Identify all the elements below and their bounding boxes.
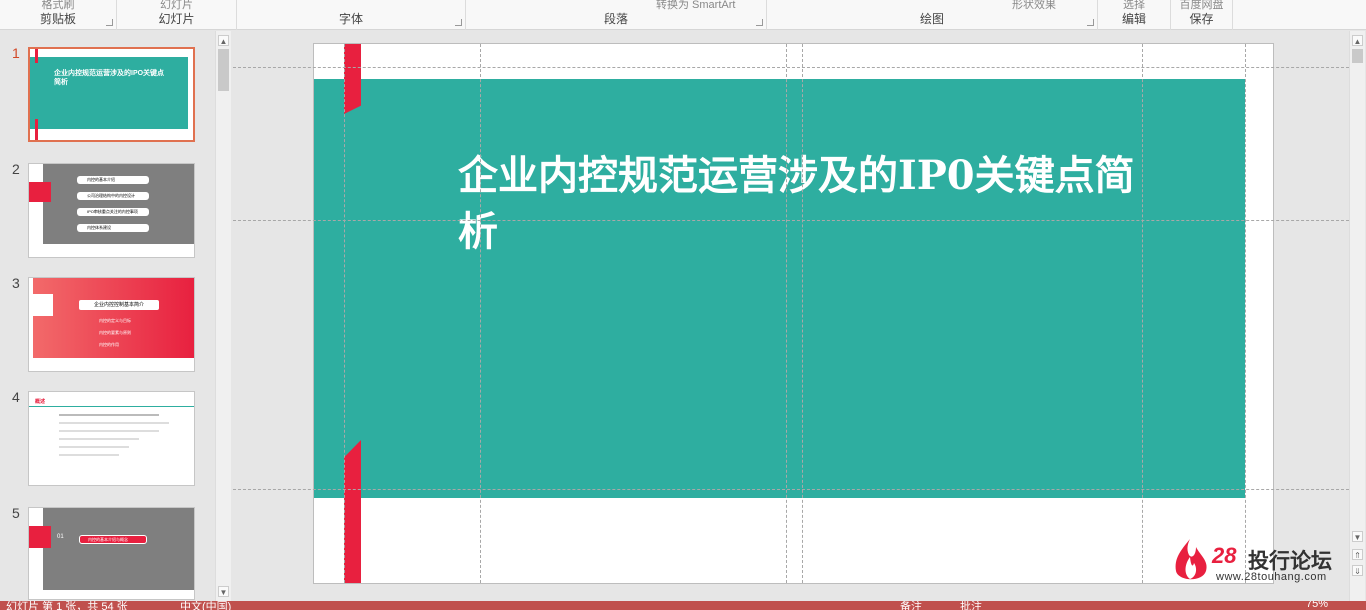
clipboard-launcher-icon[interactable] [106,19,113,26]
thumb5-number: 01 [57,534,64,540]
font-group-label: 字体 [338,12,363,26]
ribbon-group-save: 百度网盘 保存 [1171,0,1233,30]
ribbon: 格式刷 剪贴板 幻灯片 幻灯片 字体 转换为 SmartArt 段落 形状效果 … [0,0,1366,30]
slide-editor: 企业内控规范运营涉及的IP0关键点简析 ▲ ▼ ⇑ ⇓ [233,31,1365,601]
thumb5-red-tab [29,526,51,548]
watermark-url: www.28touhang.com [1216,571,1327,583]
scroll-down-icon[interactable]: ▼ [1352,531,1363,542]
thumbnail-slide-4[interactable]: 4 概述 [0,389,215,489]
thumbnail-number: 1 [12,45,20,61]
guide-vertical [1245,44,1246,583]
thumbnail-slide-image[interactable]: 企业内控控制基本简介 内控的定义与目标 内控的要素与原则 内控的作用 [28,277,195,372]
clipboard-group-label: 剪贴板 [39,12,76,26]
notes-button[interactable]: 备注 [900,601,922,610]
guide-vertical [802,44,803,583]
thumbnail-slide-image[interactable]: 内控的基本介绍 公司治理结构中的内控设计 IPO审核重点关注的内控事项 内控体系… [28,163,195,258]
thumb4-text-line [59,414,159,416]
thumb2-item-4: 内控体系建设 [77,224,149,232]
guide-vertical [480,44,481,583]
paragraph-group-label: 段落 [603,12,628,26]
scroll-up-icon[interactable]: ▲ [1352,35,1363,46]
thumb5-grey-panel [43,508,194,590]
thumb4-text-line [59,446,129,448]
thumbnail-number: 4 [12,389,20,405]
thumb3-white-tab [29,294,53,316]
drawing-launcher-icon[interactable] [1087,19,1094,26]
slides-group-label: 幻灯片 [158,12,195,26]
thumb2-item-3: IPO审核重点关注的内控事项 [77,208,149,216]
ribbon-group-drawing: 形状效果 绘图 [767,0,1098,30]
slide-canvas[interactable]: 企业内控规范运营涉及的IP0关键点简析 [313,43,1274,584]
guide-horizontal [233,220,1349,221]
thumb1-red-bar-top [35,49,38,63]
thumb3-item-3: 内控的作用 [99,342,119,347]
thumbnail-scrollbar[interactable]: ▲ ▼ [215,31,231,601]
ribbon-group-clipboard: 格式刷 剪贴板 [0,0,117,30]
thumb3-heading: 企业内控控制基本简介 [79,300,159,310]
thumbnail-slide-5[interactable]: 5 01 内控的基本介绍与概念 [0,505,215,605]
scroll-down-icon[interactable]: ▼ [218,586,229,597]
thumb5-pill: 内控的基本介绍与概念 [79,535,147,544]
thumbnail-number: 2 [12,161,20,177]
slide-title[interactable]: 企业内控规范运营涉及的IP0关键点简析 [458,148,1138,260]
thumbnail-slide-1[interactable]: 1 企业内控规范运营涉及的IPO关键点简析 [0,45,215,145]
thumbnail-number: 5 [12,505,20,521]
font-launcher-icon[interactable] [455,19,462,26]
language-status[interactable]: 中文(中国) [180,601,231,610]
thumb3-item-2: 内控的要素与原则 [99,330,131,335]
scroll-up-icon[interactable]: ▲ [218,35,229,46]
thumb1-teal-block [30,57,188,129]
thumbnail-slide-3[interactable]: 3 企业内控控制基本简介 内控的定义与目标 内控的要素与原则 内控的作用 [0,275,215,375]
thumb4-text-line [59,422,169,424]
ribbon-group-editing: 选择 编辑 [1098,0,1171,30]
guide-horizontal [233,489,1349,490]
thumb2-red-tab [29,182,51,202]
ribbon-group-slides: 幻灯片 幻灯片 [117,0,237,30]
teal-background-block [314,79,1245,498]
ribbon-group-font: 字体 [237,0,466,30]
paragraph-launcher-icon[interactable] [756,19,763,26]
scrollbar-thumb[interactable] [218,49,229,91]
next-slide-icon[interactable]: ⇓ [1352,565,1363,576]
watermark-number: 28 [1212,543,1237,568]
thumb4-text-line [59,438,139,440]
thumb1-red-bar-bottom [35,119,38,140]
thumb4-rule [29,406,194,407]
thumb1-title: 企业内控规范运营涉及的IPO关键点简析 [54,70,165,86]
editor-scrollbar[interactable]: ▲ ▼ ⇑ ⇓ [1349,31,1365,601]
slide-count-status: 幻灯片 第 1 张，共 54 张 [6,601,128,610]
drawing-group-label: 绘图 [919,12,944,26]
guide-vertical [344,44,345,583]
zoom-level[interactable]: 75% [1306,601,1328,610]
red-accent-bar-bottom [344,440,361,583]
thumb4-text-line [59,430,159,432]
thumbnail-slide-image[interactable]: 概述 [28,391,195,486]
guide-vertical [1142,44,1143,583]
thumbnail-slide-2[interactable]: 2 内控的基本介绍 公司治理结构中的内控设计 IPO审核重点关注的内控事项 内控… [0,161,215,261]
slide-thumbnail-pane: 1 企业内控规范运营涉及的IPO关键点简析 2 内控的基本介绍 公司治理结构中的… [0,31,232,601]
save-group-label: 保存 [1189,12,1214,26]
watermark-logo: 28 投行论坛 www.28touhang.com [1172,537,1342,585]
thumb2-item-1: 内控的基本介绍 [77,176,149,184]
status-bar: 幻灯片 第 1 张，共 54 张 中文(中国) 备注 批注 75% [0,601,1366,610]
thumb2-item-2: 公司治理结构中的内控设计 [77,192,149,200]
previous-slide-icon[interactable]: ⇑ [1352,549,1363,560]
thumbnail-slide-image[interactable]: 01 内控的基本介绍与概念 [28,507,195,600]
thumb4-heading: 概述 [35,399,46,405]
flame-icon [1175,539,1207,580]
thumbnail-number: 3 [12,275,20,291]
editing-group-label: 编辑 [1121,12,1146,26]
thumb4-text-line [59,454,119,456]
thumbnail-slide-image[interactable]: 企业内控规范运营涉及的IPO关键点简析 [28,47,195,142]
comments-button[interactable]: 批注 [960,601,982,610]
thumb3-item-1: 内控的定义与目标 [99,318,131,323]
ribbon-group-paragraph: 转换为 SmartArt 段落 [466,0,767,30]
guide-vertical [786,44,787,583]
guide-horizontal [233,67,1349,68]
scrollbar-thumb[interactable] [1352,49,1363,63]
red-accent-bar-top [344,44,361,114]
